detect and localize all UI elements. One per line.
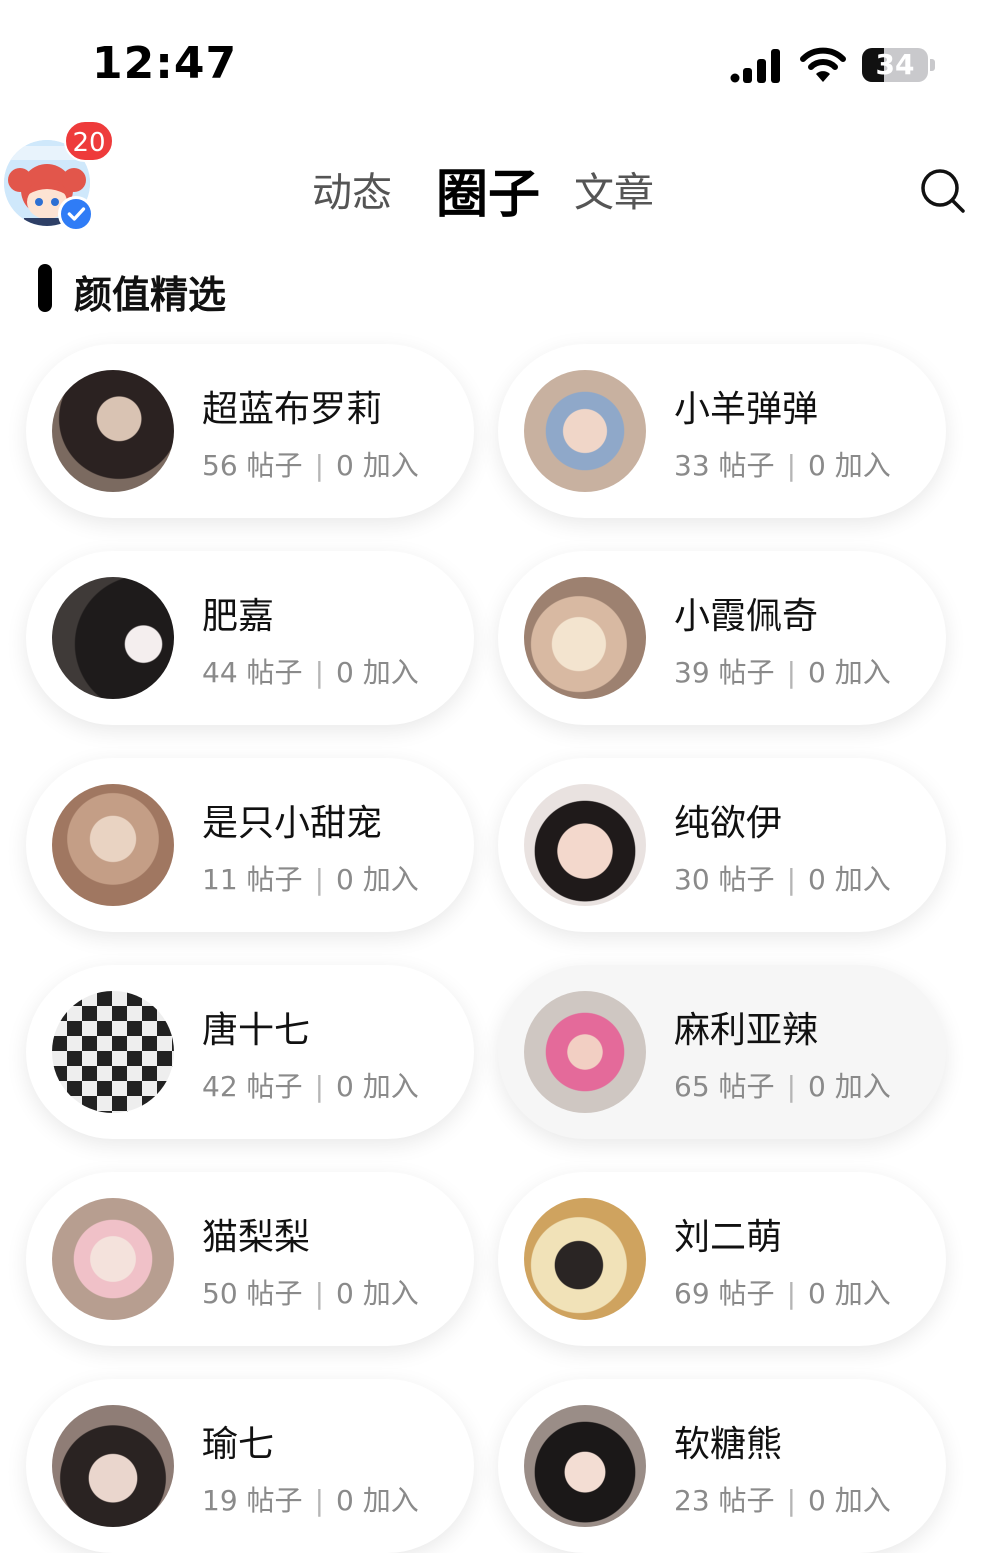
circle-name: 肥嘉 <box>202 596 275 637</box>
circle-card[interactable]: 软糖熊 23 帖子 | 0 加入 <box>498 1379 946 1553</box>
circle-name: 纯欲伊 <box>674 803 783 844</box>
circle-card[interactable]: 是只小甜宠 11 帖子 | 0 加入 <box>26 758 474 932</box>
circle-avatar <box>524 370 646 492</box>
circle-name: 瑜七 <box>202 1424 275 1465</box>
battery-icon: 34 <box>862 48 936 84</box>
circle-stats: 11 帖子 | 0 加入 <box>202 863 419 896</box>
circle-card[interactable]: 唐十七 42 帖子 | 0 加入 <box>26 965 474 1139</box>
section-title: 颜值精选 <box>74 273 227 317</box>
status-time: 12:47 <box>92 38 238 89</box>
circle-stats: 19 帖子 | 0 加入 <box>202 1484 419 1517</box>
notification-badge: 20 <box>64 120 114 162</box>
circle-name: 麻利亚辣 <box>674 1010 819 1051</box>
circle-avatar <box>524 1405 646 1527</box>
top-tabs: 动态 圈子 文章 <box>0 160 1000 230</box>
wifi-icon <box>800 47 846 82</box>
circle-card[interactable]: 超蓝布罗莉 56 帖子 | 0 加入 <box>26 344 474 518</box>
circle-card[interactable]: 刘二萌 69 帖子 | 0 加入 <box>498 1172 946 1346</box>
cellular-signal-icon <box>730 49 780 83</box>
circle-name: 是只小甜宠 <box>202 803 383 844</box>
circle-avatar <box>52 1405 174 1527</box>
circle-stats: 42 帖子 | 0 加入 <box>202 1070 419 1103</box>
circle-avatar <box>524 1198 646 1320</box>
circle-card[interactable]: 肥嘉 44 帖子 | 0 加入 <box>26 551 474 725</box>
circle-card[interactable]: 猫梨梨 50 帖子 | 0 加入 <box>26 1172 474 1346</box>
circle-stats: 39 帖子 | 0 加入 <box>674 656 891 689</box>
circle-stats: 44 帖子 | 0 加入 <box>202 656 419 689</box>
circle-name: 猫梨梨 <box>202 1217 311 1258</box>
status-bar: 12:47 34 <box>0 0 1000 120</box>
circle-stats: 33 帖子 | 0 加入 <box>674 449 891 482</box>
circle-stats: 23 帖子 | 0 加入 <box>674 1484 891 1517</box>
tab-articles[interactable]: 文章 <box>574 160 654 218</box>
tab-feed[interactable]: 动态 <box>312 160 392 218</box>
circle-avatar <box>52 370 174 492</box>
circle-name: 小霞佩奇 <box>674 596 819 637</box>
circle-card[interactable]: 瑜七 19 帖子 | 0 加入 <box>26 1379 474 1553</box>
battery-level-text: 34 <box>875 48 915 81</box>
circle-stats: 65 帖子 | 0 加入 <box>674 1070 891 1103</box>
circle-avatar <box>52 991 174 1113</box>
circle-name: 唐十七 <box>202 1010 311 1051</box>
circle-stats: 50 帖子 | 0 加入 <box>202 1277 419 1310</box>
circle-stats: 69 帖子 | 0 加入 <box>674 1277 891 1310</box>
circle-name: 超蓝布罗莉 <box>202 389 383 430</box>
circle-card[interactable]: 小羊弹弹 33 帖子 | 0 加入 <box>498 344 946 518</box>
circle-avatar <box>524 784 646 906</box>
circle-name: 刘二萌 <box>674 1217 783 1258</box>
circle-name: 小羊弹弹 <box>674 389 819 430</box>
tab-circles[interactable]: 圈子 <box>436 152 540 227</box>
circle-card[interactable]: 小霞佩奇 39 帖子 | 0 加入 <box>498 551 946 725</box>
circle-name: 软糖熊 <box>674 1424 783 1465</box>
circle-stats: 30 帖子 | 0 加入 <box>674 863 891 896</box>
circle-avatar <box>52 577 174 699</box>
search-icon[interactable] <box>918 166 968 216</box>
circle-avatar <box>52 1198 174 1320</box>
circle-card[interactable]: 麻利亚辣 65 帖子 | 0 加入 <box>498 965 946 1139</box>
circle-avatar <box>524 991 646 1113</box>
circle-avatar <box>52 784 174 906</box>
circle-stats: 56 帖子 | 0 加入 <box>202 449 419 482</box>
circle-card[interactable]: 纯欲伊 30 帖子 | 0 加入 <box>498 758 946 932</box>
section-marker <box>38 264 52 312</box>
circle-avatar <box>524 577 646 699</box>
